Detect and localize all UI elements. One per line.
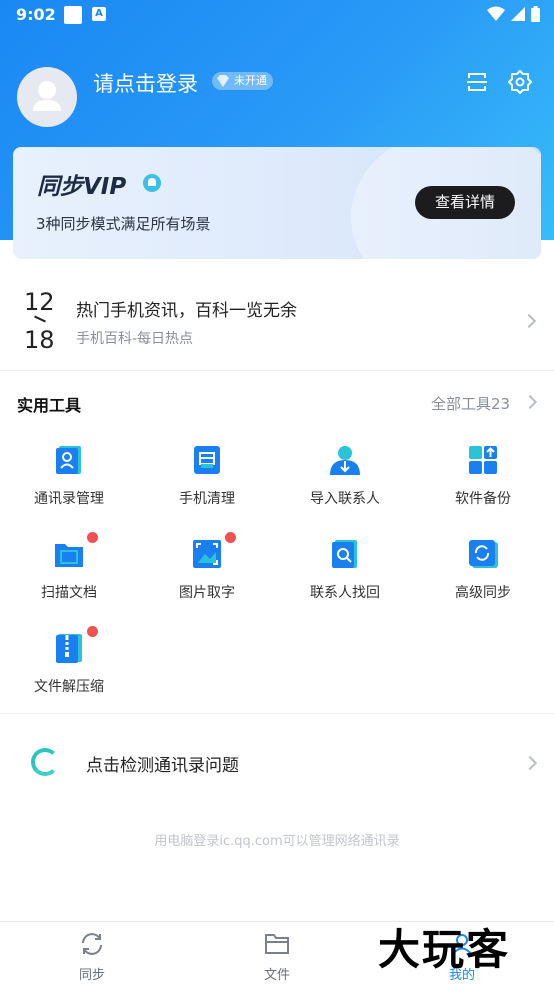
tools-section-title: 实用工具 <box>17 396 82 415</box>
vip-title: 同步VIP <box>37 174 127 200</box>
tool-file-unzip[interactable]: 文件解压缩 <box>0 626 138 712</box>
news-title: 热门手机资讯，百科一览无余 <box>76 301 297 321</box>
watermark-logo: 大玩客 <box>378 925 511 974</box>
news-subtitle: 手机百科-每日热点 <box>76 331 194 347</box>
folder-icon <box>265 934 289 954</box>
tab-label: 同步 <box>78 968 105 983</box>
tool-label: 高级同步 <box>455 585 511 601</box>
diamond-icon <box>217 75 229 87</box>
image-text-icon <box>193 540 221 568</box>
tab-files[interactable]: 文件 <box>185 922 369 985</box>
avatar[interactable] <box>17 67 77 127</box>
chevron-right-icon <box>521 313 537 329</box>
all-tools-link[interactable]: 全部工具23 <box>431 393 510 414</box>
news-date-day: 12 <box>24 288 55 316</box>
tool-label: 导入联系人 <box>310 491 380 507</box>
tool-label: 通讯录管理 <box>34 491 104 507</box>
tool-contact-recover[interactable]: 联系人找回 <box>276 538 414 618</box>
tool-label: 手机清理 <box>179 491 235 507</box>
status-time: 9:02 <box>16 5 56 24</box>
tool-label: 文件解压缩 <box>34 679 104 695</box>
view-details-button[interactable]: 查看详情 <box>415 186 515 219</box>
sync-icon <box>82 933 102 955</box>
tool-import-contacts[interactable]: 导入联系人 <box>276 444 414 524</box>
tool-advanced-sync[interactable]: 高级同步 <box>414 538 552 618</box>
tool-label: 图片取字 <box>179 585 235 601</box>
login-prompt[interactable]: 请点击登录 <box>93 68 198 98</box>
section-divider <box>0 713 554 714</box>
settings-gear-icon[interactable] <box>507 69 533 95</box>
new-badge-dot <box>87 626 98 637</box>
contact-recover-icon <box>332 540 357 568</box>
advanced-sync-icon <box>469 540 498 568</box>
tool-label: 联系人找回 <box>310 585 380 601</box>
loading-spinner-icon <box>31 748 59 776</box>
chevron-right-icon <box>522 394 538 410</box>
tool-app-backup[interactable]: 软件备份 <box>414 444 552 524</box>
battery-icon <box>531 6 540 22</box>
new-badge-dot <box>225 532 236 543</box>
check-contacts-row[interactable]: 点击检测通讯录问题 <box>0 730 554 794</box>
tool-label: 软件备份 <box>455 491 511 507</box>
date-separator <box>34 315 46 323</box>
app-backup-icon <box>469 446 497 474</box>
tab-label: 文件 <box>263 968 290 983</box>
check-contacts-text: 点击检测通讯录问题 <box>86 756 239 776</box>
import-contact-icon <box>330 446 360 475</box>
chevron-right-icon <box>522 755 538 771</box>
vip-subtitle: 3种同步模式满足所有场景 <box>36 215 211 233</box>
phone-clean-icon <box>194 446 220 474</box>
tool-image-text[interactable]: 图片取字 <box>138 532 276 618</box>
tool-phone-clean[interactable]: 手机清理 <box>138 444 276 524</box>
wifi-icon <box>487 6 505 21</box>
tool-contacts-manager[interactable]: 通讯录管理 <box>0 444 138 524</box>
footer-note: 用电脑登录ic.qq.com可以管理网络通讯录 <box>154 834 400 849</box>
new-badge-dot <box>87 532 98 543</box>
tool-label: 扫描文档 <box>41 585 97 601</box>
notification-square-icon <box>64 6 82 24</box>
tool-scan-document[interactable]: 扫描文档 <box>0 532 138 618</box>
vip-status-badge: 未开通 <box>212 72 273 90</box>
file-unzip-icon <box>56 634 82 663</box>
tab-sync[interactable]: 同步 <box>0 922 184 985</box>
notification-app-icon: A <box>92 7 106 21</box>
signal-icon <box>511 7 525 21</box>
user-silhouette-icon <box>33 81 61 111</box>
bell-icon <box>143 174 161 192</box>
vip-status-text: 未开通 <box>234 74 267 87</box>
news-date-second: 18 <box>24 326 55 354</box>
vip-card[interactable]: 同步VIP 3种同步模式满足所有场景 查看详情 <box>13 147 541 259</box>
status-bar: 9:02 A <box>0 0 554 30</box>
contacts-book-icon <box>56 446 81 474</box>
scan-document-icon <box>55 544 83 567</box>
news-row[interactable]: 12 18 热门手机资讯，百科一览无余 手机百科-每日热点 <box>0 272 554 371</box>
status-right-icons <box>487 6 540 22</box>
scan-icon[interactable] <box>464 69 490 95</box>
